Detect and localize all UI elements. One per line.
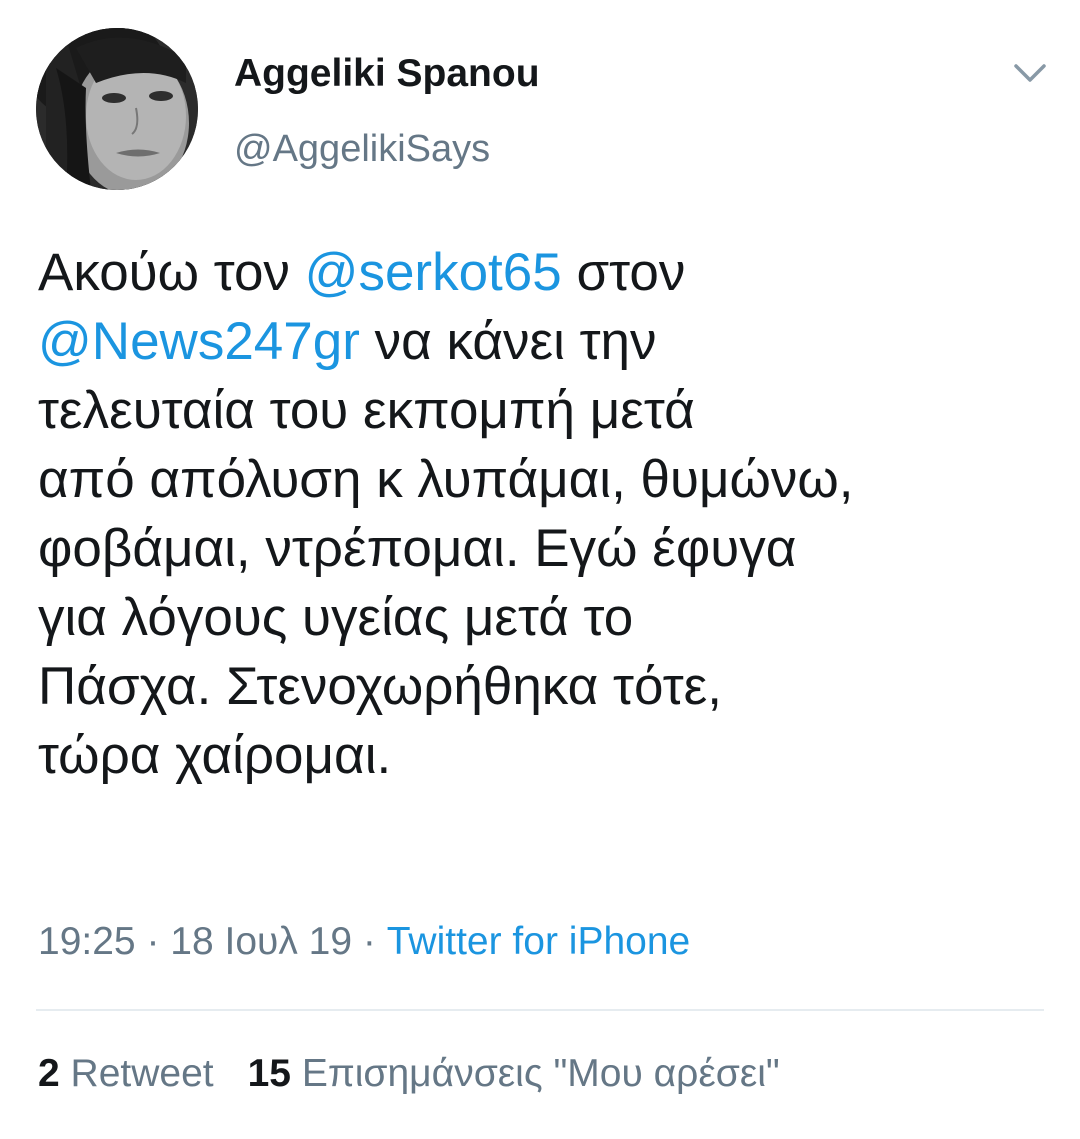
tweet-stats: 2 Retweet 15 Επισημάνσεις "Μου αρέσει"	[38, 1052, 780, 1096]
tweet-text-segment: από απόλυση κ λυπάμαι, θυμώνω,	[38, 450, 854, 509]
tweet-text-segment: να κάνει την	[359, 312, 657, 371]
tweet-text-segment: φοβάμαι, ντρέπομαι. Εγώ έφυγα	[38, 519, 797, 578]
author-handle[interactable]: @AggelikiSays	[234, 128, 490, 171]
tweet-text-line: @News247gr να κάνει την	[38, 307, 1048, 376]
tweet-text-segment: Ακούω τον	[38, 243, 305, 302]
tweet-date: 18 Ιουλ 19	[170, 920, 353, 963]
tweet-text: Ακούω τον @serkot65 στον @News247gr να κά…	[38, 238, 1048, 790]
mention-link[interactable]: @serkot65	[305, 243, 562, 302]
tweet-text-line: για λόγους υγείας μετά το	[38, 583, 1048, 652]
tweet-text-segment: τώρα χαίρομαι.	[38, 726, 392, 785]
tweet-text-line: Πάσχα. Στενοχωρήθηκα τότε,	[38, 652, 1048, 721]
tweet-text-segment: τελευταία του εκπομπή μετά	[38, 381, 695, 440]
mention-link[interactable]: @News247gr	[38, 312, 360, 371]
likes-label: Επισημάνσεις "Μου αρέσει"	[291, 1052, 780, 1095]
tweet-text-line: Ακούω τον @serkot65 στον	[38, 238, 1048, 307]
meta-separator: ·	[135, 920, 171, 963]
tweet-meta: 19:25 · 18 Ιουλ 19 · Twitter for iPhone	[38, 920, 690, 964]
tweet-text-segment: στον	[561, 243, 686, 302]
tweet-text-segment: Πάσχα. Στενοχωρήθηκα τότε,	[38, 657, 722, 716]
likes-stat[interactable]: 15 Επισημάνσεις "Μου αρέσει"	[248, 1052, 780, 1095]
avatar-photo	[36, 28, 198, 190]
meta-separator: ·	[352, 920, 387, 963]
tweet-text-segment: για λόγους υγείας μετά το	[38, 588, 634, 647]
author-display-name[interactable]: Aggeliki Spanou	[234, 52, 540, 96]
tweet-text-line: φοβάμαι, ντρέπομαι. Εγώ έφυγα	[38, 514, 1048, 583]
tweet-text-line: τώρα χαίρομαι.	[38, 721, 1048, 790]
tweet-time: 19:25	[38, 920, 136, 963]
likes-count: 15	[247, 1052, 291, 1095]
tweet-source-link[interactable]: Twitter for iPhone	[387, 920, 690, 963]
retweets-label: Retweet	[59, 1052, 214, 1095]
tweet-text-line: από απόλυση κ λυπάμαι, θυμώνω,	[38, 445, 1048, 514]
retweets-count: 2	[38, 1052, 60, 1095]
retweets-stat[interactable]: 2 Retweet	[38, 1052, 214, 1095]
tweet-text-line: τελευταία του εκπομπή μετά	[38, 376, 1048, 445]
divider	[36, 1009, 1044, 1011]
chevron-down-icon[interactable]	[1010, 58, 1050, 88]
avatar[interactable]	[36, 28, 198, 190]
